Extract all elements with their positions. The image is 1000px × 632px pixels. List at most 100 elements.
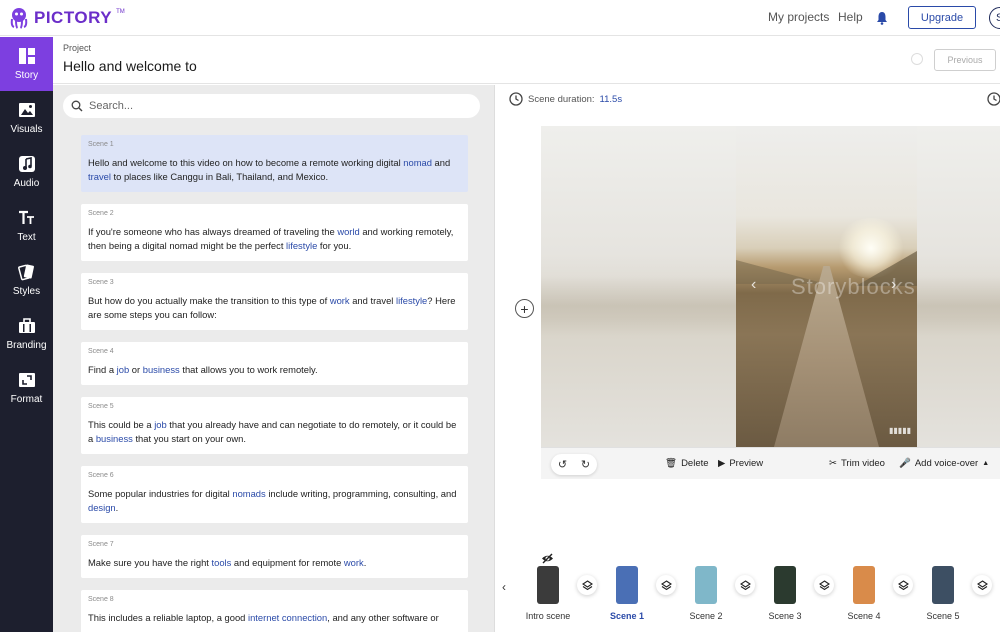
layers-button[interactable] bbox=[972, 575, 992, 595]
scene-thumbnail[interactable] bbox=[932, 566, 954, 604]
scene-thumbnail[interactable] bbox=[616, 566, 638, 604]
preview-toolbar: ↺ ↻ 🗑 Delete ▶ Preview ✂ Trim video 🎤 Ad… bbox=[541, 447, 1000, 479]
scene-text[interactable]: This could be a job that you already hav… bbox=[88, 418, 461, 446]
scene-text[interactable]: But how do you actually make the transit… bbox=[88, 294, 461, 322]
redo-icon[interactable]: ↻ bbox=[581, 458, 590, 471]
scene-card[interactable]: Scene 1 Hello and welcome to this video o… bbox=[81, 135, 468, 192]
story-icon bbox=[18, 48, 35, 64]
scene-text-segment: that you start on your own. bbox=[132, 433, 246, 444]
upgrade-button[interactable]: Upgrade bbox=[908, 6, 976, 29]
plus-icon: + bbox=[520, 300, 529, 317]
add-voiceover-button[interactable]: 🎤 Add voice-over ▲ bbox=[899, 458, 989, 469]
scene-card[interactable]: Scene 6 Some popular industries for digit… bbox=[81, 466, 468, 523]
pictory-logo[interactable]: PICTORY TM bbox=[8, 6, 125, 30]
search-bar[interactable]: Search... bbox=[63, 94, 480, 118]
layers-button[interactable] bbox=[577, 575, 597, 595]
scene-text-segment: This includes a reliable laptop, a good bbox=[88, 612, 248, 623]
preview-button[interactable]: ▶ Preview bbox=[718, 458, 763, 469]
layers-button[interactable] bbox=[656, 575, 676, 595]
sidebar-item-audio[interactable]: Audio bbox=[0, 145, 53, 199]
keyword-highlight[interactable]: travel bbox=[88, 171, 111, 182]
scene-text[interactable]: Make sure you have the right tools and e… bbox=[88, 556, 461, 570]
keyword-highlight[interactable]: nomads bbox=[232, 488, 265, 499]
undo-icon[interactable]: ↺ bbox=[558, 458, 567, 471]
duration-value[interactable]: 11.5s bbox=[600, 94, 623, 105]
scene-text-segment: This could be a bbox=[88, 419, 155, 430]
briefcase-icon bbox=[18, 318, 35, 333]
scene-thumbnail[interactable] bbox=[853, 566, 875, 604]
keyword-highlight[interactable]: lifestyle bbox=[396, 295, 427, 306]
delete-button[interactable]: 🗑 Delete bbox=[665, 458, 709, 469]
scene-number: Scene 8 bbox=[88, 596, 114, 603]
project-title[interactable]: Hello and welcome to bbox=[63, 58, 197, 74]
keyword-highlight[interactable]: business bbox=[143, 364, 180, 375]
scene-text[interactable]: Find a job or business that allows you t… bbox=[88, 363, 461, 377]
scene-text[interactable]: If you're someone who has always dreamed… bbox=[88, 225, 461, 253]
scene-card[interactable]: Scene 5 This could be a job that you alre… bbox=[81, 397, 468, 454]
keyword-highlight[interactable]: internet connection bbox=[248, 612, 327, 623]
scene-text[interactable]: Some popular industries for digital noma… bbox=[88, 487, 461, 515]
sidebar-item-branding[interactable]: Branding bbox=[0, 307, 53, 361]
next-media-chevron-icon[interactable]: › bbox=[891, 276, 896, 294]
scene-text-segment: or bbox=[129, 364, 143, 375]
format-icon bbox=[18, 373, 35, 387]
sidebar-item-text[interactable]: Text bbox=[0, 199, 53, 253]
previous-button[interactable]: Previous bbox=[934, 49, 996, 71]
scene-thumbnail[interactable] bbox=[695, 566, 717, 604]
eye-slash-icon[interactable] bbox=[541, 553, 554, 564]
my-projects-link[interactable]: My projects bbox=[768, 10, 829, 24]
search-input[interactable]: Search... bbox=[89, 100, 133, 112]
sidebar-item-visuals[interactable]: Visuals bbox=[0, 91, 53, 145]
layers-icon bbox=[976, 579, 988, 590]
sidebar-item-label: Branding bbox=[6, 340, 47, 351]
scene-text-segment: Make sure you have the right bbox=[88, 557, 212, 568]
layers-button[interactable] bbox=[735, 575, 755, 595]
scene-text-segment: But how do you actually make the transit… bbox=[88, 295, 330, 306]
keyword-highlight[interactable]: job bbox=[154, 419, 167, 430]
watermark-text: Storyblocks bbox=[791, 274, 916, 299]
scene-text[interactable]: Hello and welcome to this video on how t… bbox=[88, 156, 461, 184]
keyword-highlight[interactable]: design bbox=[88, 502, 116, 513]
clock-icon[interactable] bbox=[987, 92, 1000, 106]
keyword-highlight[interactable]: work bbox=[344, 557, 364, 568]
sidebar-item-format[interactable]: Format bbox=[0, 361, 53, 415]
scene-thumbnail[interactable] bbox=[774, 566, 796, 604]
scene-card[interactable]: Scene 4 Find a job or business that allow… bbox=[81, 342, 468, 385]
story-panel: Search... Scene 1 Hello and welcome to th… bbox=[53, 85, 495, 632]
user-avatar[interactable]: S bbox=[989, 7, 1000, 29]
sidebar-item-styles[interactable]: Styles bbox=[0, 253, 53, 307]
trim-video-button[interactable]: ✂ Trim video bbox=[829, 458, 885, 469]
scene-thumbnail[interactable] bbox=[537, 566, 559, 604]
brand-name: PICTORY bbox=[34, 8, 113, 27]
keyword-highlight[interactable]: business bbox=[96, 433, 133, 444]
keyword-highlight[interactable]: world bbox=[337, 226, 359, 237]
voiceover-label: Add voice-over bbox=[914, 458, 979, 469]
scene-card[interactable]: Scene 7 Make sure you have the right tool… bbox=[81, 535, 468, 578]
scene-thumbnail-label: Intro scene bbox=[525, 611, 571, 621]
music-icon bbox=[18, 156, 35, 172]
scene-card[interactable]: Scene 2 If you're someone who has always … bbox=[81, 204, 468, 261]
keyword-highlight[interactable]: nomad bbox=[403, 157, 432, 168]
layers-icon bbox=[739, 579, 751, 590]
keyword-highlight[interactable]: lifestyle bbox=[286, 240, 317, 251]
sidebar-item-story[interactable]: Story bbox=[0, 37, 53, 91]
scene-number: Scene 3 bbox=[88, 279, 114, 286]
scene-text[interactable]: This includes a reliable laptop, a good … bbox=[88, 611, 461, 625]
keyword-highlight[interactable]: job bbox=[117, 364, 130, 375]
keyword-highlight[interactable]: work bbox=[330, 295, 350, 306]
scene-number: Scene 2 bbox=[88, 210, 114, 217]
prev-media-chevron-icon[interactable]: ‹ bbox=[751, 276, 756, 294]
sidebar-item-label: Visuals bbox=[10, 124, 43, 135]
scene-text-segment: to places like Canggu in Bali, Thailand,… bbox=[110, 171, 329, 182]
scene-card[interactable]: Scene 8 This includes a reliable laptop, … bbox=[81, 590, 468, 632]
duration-label: Scene duration: bbox=[528, 93, 595, 105]
chevron-left-icon[interactable]: ‹ bbox=[502, 580, 506, 594]
layers-icon bbox=[660, 579, 672, 590]
notification-bell-icon[interactable] bbox=[876, 11, 888, 25]
help-link[interactable]: Help bbox=[838, 10, 863, 24]
layers-button[interactable] bbox=[814, 575, 834, 595]
scene-card[interactable]: Scene 3 But how do you actually make the … bbox=[81, 273, 468, 330]
add-scene-button[interactable]: + bbox=[515, 299, 534, 318]
keyword-highlight[interactable]: tools bbox=[212, 557, 232, 568]
layers-button[interactable] bbox=[893, 575, 913, 595]
